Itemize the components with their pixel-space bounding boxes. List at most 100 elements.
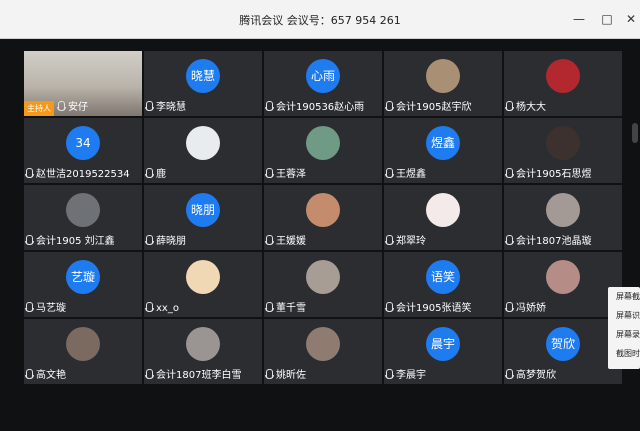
avatar: 晓慧 — [186, 59, 220, 93]
participant-name-text: 冯娇娇 — [516, 303, 546, 314]
participant-name-text: 鹿 — [156, 169, 166, 180]
participant-name-text: 会计190536赵心雨 — [276, 102, 365, 113]
mic-icon — [25, 369, 34, 379]
participant-name-text: 姚昕佐 — [276, 370, 306, 381]
mic-icon — [25, 168, 34, 178]
avatar — [186, 126, 220, 160]
participant-name-text: 高文艳 — [36, 370, 66, 381]
participant-tile[interactable]: 晓慧 李晓慧 — [144, 51, 262, 116]
participant-tile[interactable]: 心雨会计190536赵心雨 — [264, 51, 382, 116]
participant-name: 马艺璇 — [25, 299, 66, 314]
participant-name: 会计1807班李白雪 — [145, 366, 242, 381]
mic-icon — [505, 168, 514, 178]
participant-name: 鹿 — [145, 165, 166, 180]
mic-icon — [57, 101, 66, 111]
mic-icon — [145, 235, 154, 245]
avatar: 心雨 — [306, 59, 340, 93]
scrollbar[interactable] — [632, 123, 638, 143]
avatar — [186, 260, 220, 294]
participant-name-text: 王媛媛 — [276, 236, 306, 247]
mic-icon — [265, 235, 274, 245]
participant-name: 姚昕佐 — [265, 366, 306, 381]
side-menu-item-record[interactable]: 屏幕录 — [608, 325, 640, 344]
participant-name-text: 董千雪 — [276, 303, 306, 314]
participant-tile[interactable]: 董千雪 — [264, 252, 382, 317]
participant-tile[interactable]: 煜鑫 王煜鑫 — [384, 118, 502, 183]
participant-name: 会计1905赵宇欣 — [385, 98, 471, 113]
participant-name-text: 王煜鑫 — [396, 169, 426, 180]
participant-tile[interactable]: 杨大大 — [504, 51, 622, 116]
mic-icon — [145, 369, 154, 379]
mic-icon — [505, 369, 514, 379]
mic-icon — [385, 302, 394, 312]
participant-tile[interactable]: 鹿 — [144, 118, 262, 183]
avatar — [546, 59, 580, 93]
mic-icon — [385, 235, 394, 245]
participant-tile[interactable]: 贺欣高梦贺欣 — [504, 319, 622, 384]
minimize-button[interactable]: — — [570, 10, 588, 28]
maximize-button[interactable]: □ — [598, 10, 616, 28]
avatar — [186, 327, 220, 361]
participant-name: 李晨宇 — [385, 366, 426, 381]
mic-icon — [265, 101, 274, 111]
participant-tile[interactable]: 会计1905石思煜 — [504, 118, 622, 183]
participant-tile[interactable]: 主持人 安仔 — [24, 51, 142, 116]
participant-name-text: 会计1905张语笑 — [396, 303, 472, 314]
participant-tile[interactable]: 王媛媛 — [264, 185, 382, 250]
mic-icon — [145, 101, 154, 111]
participant-tile[interactable]: 会计1807班李白雪 — [144, 319, 262, 384]
avatar: 贺欣 — [546, 327, 580, 361]
side-menu-item-capture-time[interactable]: 截图时 — [608, 344, 640, 363]
participant-name: 李晓慧 — [145, 98, 186, 113]
participant-tile[interactable]: 冯娇娇 — [504, 252, 622, 317]
mic-icon — [265, 168, 274, 178]
participant-name: 高文艳 — [25, 366, 66, 381]
avatar: 语笑 — [426, 260, 460, 294]
mic-icon — [145, 302, 154, 312]
participant-name: 会计1905石思煜 — [505, 165, 592, 180]
mic-icon — [385, 168, 394, 178]
participant-tile[interactable]: 语笑会计1905张语笑 — [384, 252, 502, 317]
participant-name: 王媛媛 — [265, 232, 306, 247]
participant-name-text: 会计1807池晶璇 — [516, 236, 592, 247]
side-menu-item-screenshot[interactable]: 屏幕截 — [608, 287, 640, 306]
avatar — [306, 193, 340, 227]
avatar — [66, 193, 100, 227]
participant-name: 高梦贺欣 — [505, 366, 556, 381]
avatar — [66, 327, 100, 361]
participant-name: 会计1807池晶璇 — [505, 232, 592, 247]
mic-icon — [505, 101, 514, 111]
participant-tile[interactable]: 艺璇 马艺璇 — [24, 252, 142, 317]
host-badge: 主持人 — [24, 101, 54, 116]
side-menu-item-recognize[interactable]: 屏幕识 — [608, 306, 640, 325]
participant-name: 会计1905 刘江鑫 — [25, 232, 115, 247]
participant-tile[interactable]: 晓朋 薛晓朋 — [144, 185, 262, 250]
participant-name-text: 薛晓朋 — [156, 236, 186, 247]
participant-tile[interactable]: 会计1905赵宇欣 — [384, 51, 502, 116]
participant-tile[interactable]: 会计1905 刘江鑫 — [24, 185, 142, 250]
participant-tile[interactable]: 会计1807池晶璇 — [504, 185, 622, 250]
participant-tile[interactable]: 郑翠玲 — [384, 185, 502, 250]
avatar — [306, 327, 340, 361]
participant-name: 会计190536赵心雨 — [265, 98, 365, 113]
participant-tile[interactable]: 姚昕佐 — [264, 319, 382, 384]
avatar — [306, 260, 340, 294]
participant-tile[interactable]: 王蓉泽 — [264, 118, 382, 183]
close-button[interactable]: ✕ — [622, 10, 640, 28]
meeting-stage: 主持人 安仔 晓慧 李晓慧 心雨 会计190536赵心雨 会计1905赵宇欣 杨大大 34 赵世洁… — [0, 39, 640, 431]
participant-name-text: 杨大大 — [516, 102, 546, 113]
side-menu: 屏幕截 屏幕识 屏幕录 截图时 — [608, 287, 640, 369]
participant-tile[interactable]: 晨宇 李晨宇 — [384, 319, 502, 384]
avatar — [546, 260, 580, 294]
participant-tile[interactable]: 高文艳 — [24, 319, 142, 384]
participant-name: 冯娇娇 — [505, 299, 546, 314]
participant-name-text: 会计1807班李白雪 — [156, 370, 242, 381]
participant-name-text: 安仔 — [68, 102, 88, 113]
participant-name: 王煜鑫 — [385, 165, 426, 180]
participant-name-text: 会计1905石思煜 — [516, 169, 592, 180]
participant-name: 郑翠玲 — [385, 232, 426, 247]
participant-tile[interactable]: 34 赵世洁2019522534 — [24, 118, 142, 183]
participant-tile[interactable]: xx_o — [144, 252, 262, 317]
avatar: 晓朋 — [186, 193, 220, 227]
mic-icon — [265, 302, 274, 312]
